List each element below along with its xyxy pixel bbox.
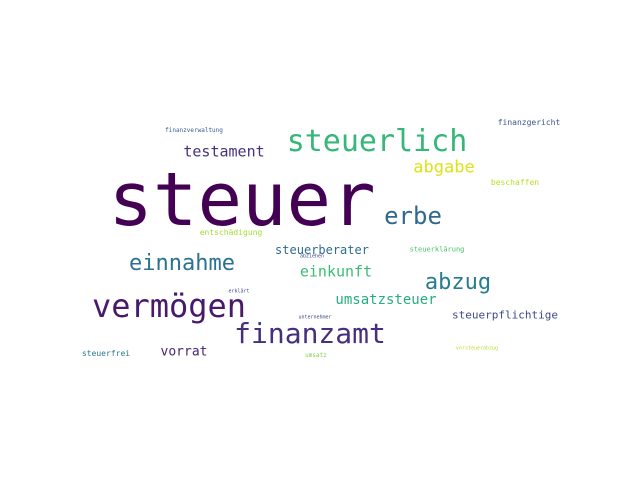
word-einkunft: einkunft xyxy=(299,262,373,281)
word-testament: testament xyxy=(183,142,265,161)
word-cloud: steuer steuerlich vermögen finanzamt erb… xyxy=(0,0,640,480)
word-umsatz: umsatz xyxy=(305,352,327,359)
word-erklaert: erklärt xyxy=(228,288,250,295)
word-vermoegen: vermögen xyxy=(91,287,247,325)
word-entschaedigung: entschädigung xyxy=(199,228,263,237)
word-umsatzsteuer: umsatzsteuer xyxy=(335,292,437,308)
word-erbe: erbe xyxy=(384,202,442,230)
word-steuerlich: steuerlich xyxy=(286,124,468,159)
word-unternehmer: unternehmer xyxy=(298,314,332,321)
word-abgabe: abgabe xyxy=(413,157,475,178)
word-steuerklaerung: steuerklärung xyxy=(409,245,465,254)
word-steuer: steuer xyxy=(108,157,376,243)
word-steuerpflichtige: steuerpflichtige xyxy=(452,308,558,322)
word-finanzgericht: finanzgericht xyxy=(497,118,561,127)
word-beschaffen: beschaffen xyxy=(490,178,540,187)
word-vorrat: vorrat xyxy=(160,344,208,360)
word-vorsteuerabzug: vorsteuerabzug xyxy=(455,345,499,352)
word-abzug: abzug xyxy=(424,270,492,295)
word-steuerfrei: steuerfrei xyxy=(81,349,131,358)
word-finanzverwaltung: finanzverwaltung xyxy=(165,127,223,134)
word-finanzamt: finanzamt xyxy=(234,317,386,350)
word-abziehen: abziehen xyxy=(299,253,325,260)
word-cloud-canvas: steuer steuerlich vermögen finanzamt erb… xyxy=(80,100,560,380)
word-einnahme: einnahme xyxy=(129,251,235,276)
